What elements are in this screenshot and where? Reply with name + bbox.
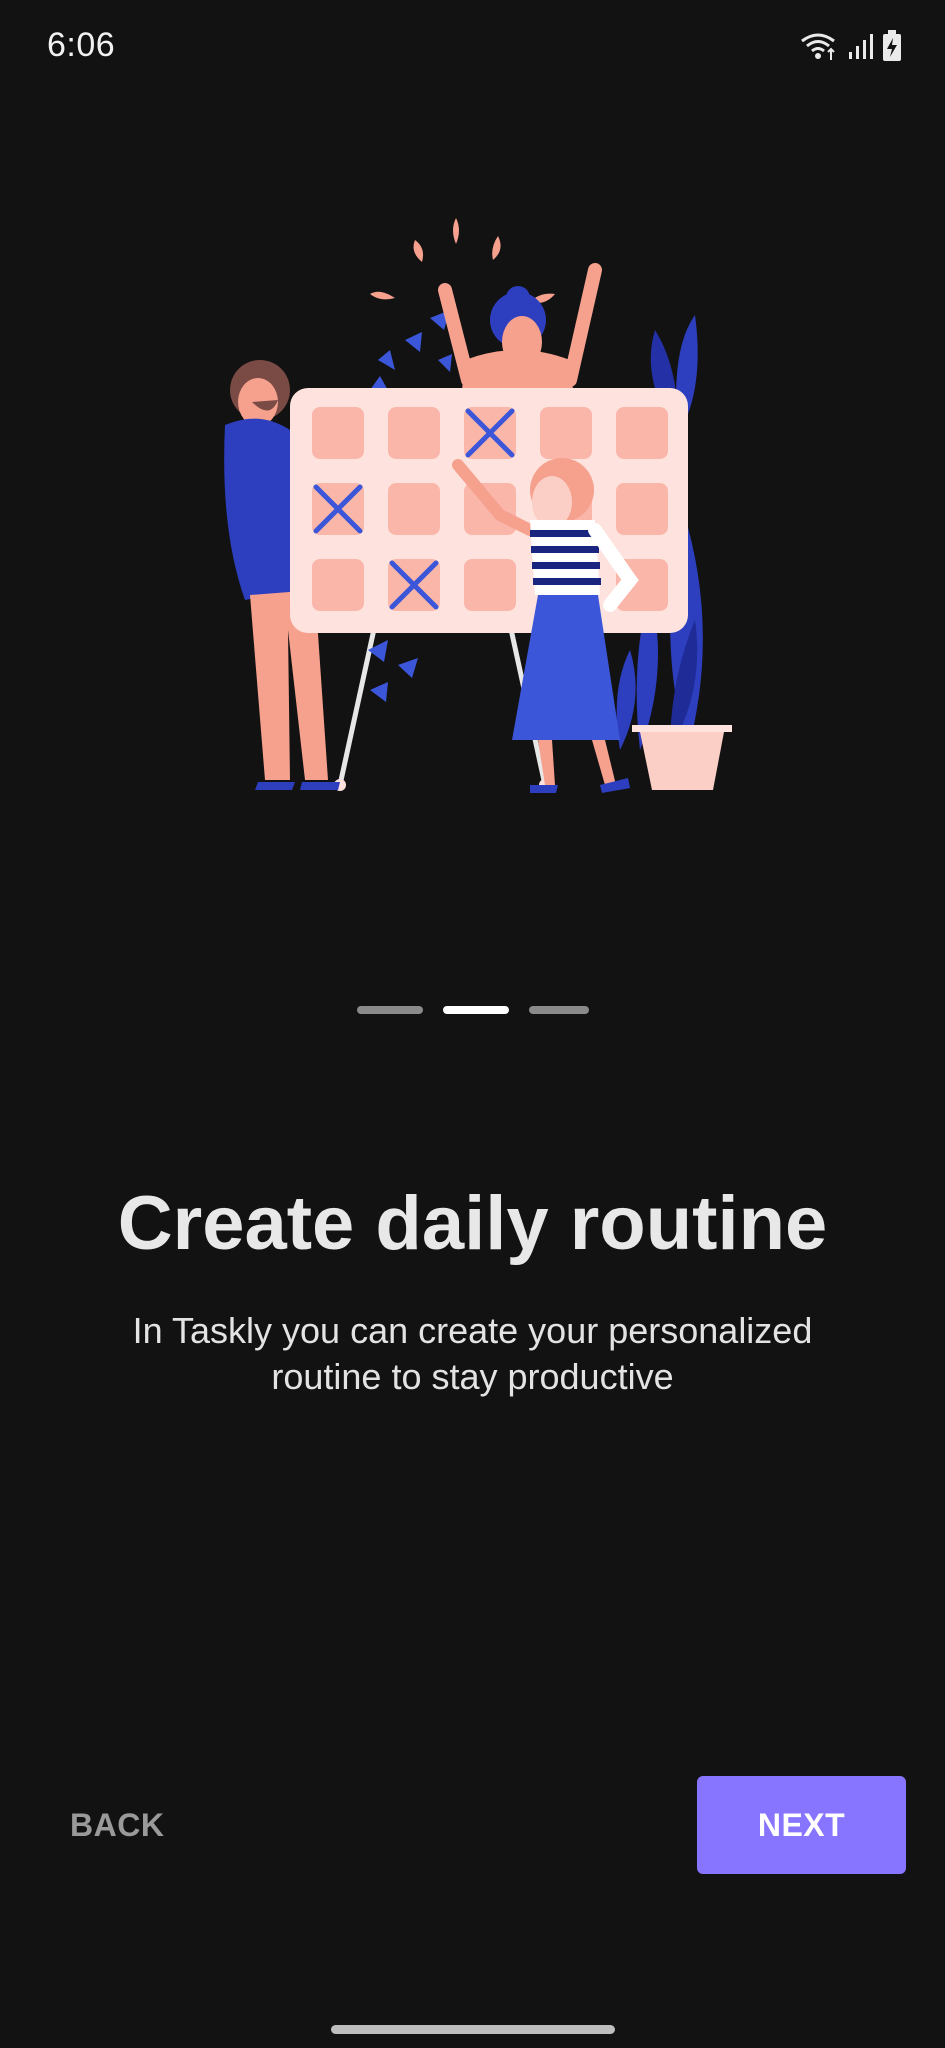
page-indicator-dot-1 bbox=[356, 1006, 423, 1014]
wifi-icon bbox=[801, 33, 835, 60]
home-indicator[interactable] bbox=[331, 2025, 615, 2034]
onboarding-title: Create daily routine bbox=[117, 1181, 828, 1266]
signal-icon bbox=[849, 34, 873, 59]
onboarding-description: In Taskly you can create your personaliz… bbox=[132, 1310, 813, 1397]
status-bar: 6:06 bbox=[0, 0, 945, 92]
page-indicator-dot-3 bbox=[528, 1006, 589, 1014]
page-indicator-dot-2-active bbox=[442, 1006, 509, 1014]
next-button[interactable]: NEXT bbox=[697, 1776, 906, 1874]
status-time: 6:06 bbox=[47, 26, 116, 64]
page-indicator bbox=[0, 1006, 945, 1014]
status-icons bbox=[800, 30, 902, 62]
back-button[interactable]: BACK bbox=[46, 1780, 188, 1870]
calendar-planning-illustration bbox=[224, 218, 732, 793]
battery-charging-icon bbox=[883, 30, 901, 61]
